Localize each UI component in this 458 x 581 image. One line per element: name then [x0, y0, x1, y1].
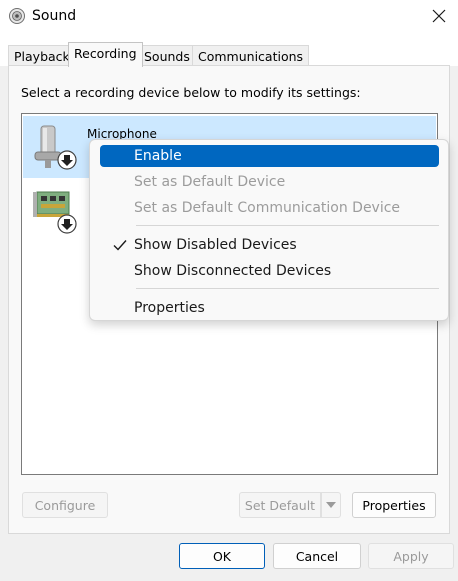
close-icon [432, 9, 446, 23]
tab-playback[interactable]: Playback [8, 45, 76, 67]
checkmark-icon [113, 240, 127, 251]
microphone-icon [34, 125, 77, 170]
apply-button[interactable]: Apply [368, 543, 454, 569]
window-title: Sound [32, 8, 77, 24]
menu-item-label: Show Disabled Devices [134, 237, 297, 253]
menu-item-enable[interactable]: Enable [100, 145, 439, 167]
cancel-button[interactable]: Cancel [273, 543, 361, 569]
chevron-down-icon [326, 502, 336, 508]
instruction-text: Select a recording device below to modif… [21, 85, 361, 100]
context-menu: Enable Set as Default Device Set as Defa… [89, 139, 449, 321]
menu-separator [136, 225, 439, 226]
menu-item-properties[interactable]: Properties [100, 297, 439, 319]
tab-sounds[interactable]: Sounds [138, 45, 196, 67]
menu-item-set-default[interactable]: Set as Default Device [100, 171, 439, 193]
tab-bar: Playback Recording Sounds Communications [0, 33, 458, 67]
title-bar: Sound [0, 0, 458, 33]
menu-item-set-default-communication[interactable]: Set as Default Communication Device [100, 197, 439, 219]
sound-card-icon [33, 191, 77, 234]
menu-item-show-disabled[interactable]: Show Disabled Devices [100, 234, 439, 256]
tab-recording[interactable]: Recording [68, 42, 143, 67]
ok-button[interactable]: OK [179, 543, 265, 569]
tab-communications[interactable]: Communications [192, 45, 310, 67]
speaker-icon [9, 8, 25, 24]
configure-button[interactable]: Configure [22, 492, 108, 518]
set-default-button[interactable]: Set Default [239, 492, 321, 518]
close-button[interactable] [420, 0, 458, 32]
set-default-dropdown[interactable] [321, 492, 341, 518]
menu-item-show-disconnected[interactable]: Show Disconnected Devices [100, 260, 439, 282]
menu-separator [136, 288, 439, 289]
properties-button[interactable]: Properties [352, 492, 436, 518]
